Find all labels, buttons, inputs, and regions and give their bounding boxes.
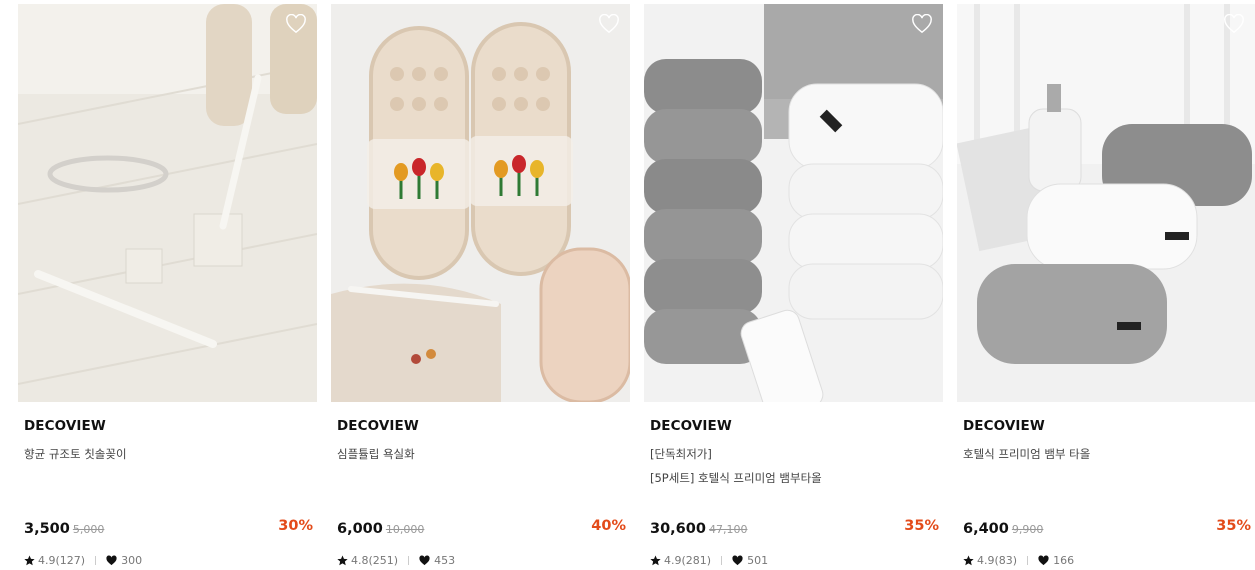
product-name-line: 호텔식 프리미엄 뱀부 타올: [963, 447, 1091, 461]
brand-name[interactable]: DECOVIEW: [963, 418, 1045, 434]
price-row: 6,400 9,900 35%: [963, 518, 1251, 538]
product-card[interactable]: DECOVIEW 심플튤립 욕실화 6,000 10,000 40% 4.8(25…: [331, 4, 630, 570]
divider: [95, 556, 97, 565]
discount-rate: 35%: [1216, 518, 1251, 534]
rating-text: 4.8(251): [351, 554, 399, 567]
wishlist-heart-icon[interactable]: [911, 14, 933, 34]
product-image[interactable]: [644, 4, 943, 402]
brand-name[interactable]: DECOVIEW: [650, 418, 732, 434]
sale-price: 3,500: [24, 521, 70, 537]
review-meta: 4.9(127) 300: [24, 554, 142, 567]
product-grid: DECOVIEW 향균 규조토 칫솔꽂이 3,500 5,000 30% 4.9(…: [0, 0, 1255, 570]
heart-count-icon: [732, 555, 743, 566]
review-meta: 4.8(251) 453: [337, 554, 455, 567]
original-price: 47,100: [708, 523, 748, 536]
product-name-line: 심플튤립 욕실화: [337, 447, 415, 461]
rating-text: 4.9(281): [664, 554, 712, 567]
star-icon: [963, 555, 974, 566]
star-icon: [650, 555, 661, 566]
product-image[interactable]: [957, 4, 1255, 402]
tulip-slippers-photo: [331, 4, 630, 402]
rating-text: 4.9(127): [38, 554, 86, 567]
discount-rate: 30%: [278, 518, 313, 534]
brand-name[interactable]: DECOVIEW: [24, 418, 106, 434]
original-price: 10,000: [385, 523, 425, 536]
sale-price: 30,600: [650, 521, 706, 537]
original-price: 9,900: [1011, 523, 1044, 536]
star-icon: [337, 555, 348, 566]
review-meta: 4.9(281) 501: [650, 554, 768, 567]
product-card[interactable]: DECOVIEW 호텔식 프리미엄 뱀부 타올 6,400 9,900 35% 4…: [957, 4, 1255, 570]
price-row: 3,500 5,000 30%: [24, 518, 313, 538]
sale-price: 6,000: [337, 521, 383, 537]
likes-count: 300: [121, 554, 143, 567]
heart-count-icon: [419, 555, 430, 566]
product-image[interactable]: [331, 4, 630, 402]
product-card[interactable]: DECOVIEW 향균 규조토 칫솔꽂이 3,500 5,000 30% 4.9(…: [18, 4, 317, 570]
rating-text: 4.9(83): [977, 554, 1018, 567]
toothbrush-holder-photo: [18, 4, 317, 402]
brand-name[interactable]: DECOVIEW: [337, 418, 419, 434]
likes-count: 166: [1053, 554, 1075, 567]
wishlist-heart-icon[interactable]: [598, 14, 620, 34]
product-image[interactable]: [18, 4, 317, 402]
wishlist-heart-icon[interactable]: [1223, 14, 1245, 34]
product-name-line: [단독최저가]: [650, 447, 712, 461]
product-name[interactable]: 호텔식 프리미엄 뱀부 타올: [963, 442, 1249, 466]
towel-stack-photo: [644, 4, 943, 402]
likes-count: 501: [747, 554, 769, 567]
product-name-line: [5P세트] 호텔식 프리미엄 뱀부타올: [650, 471, 822, 485]
product-name[interactable]: [단독최저가] [5P세트] 호텔식 프리미엄 뱀부타올: [650, 442, 937, 490]
wishlist-heart-icon[interactable]: [285, 14, 307, 34]
sale-price: 6,400: [963, 521, 1009, 537]
star-icon: [24, 555, 35, 566]
divider: [721, 556, 723, 565]
product-card[interactable]: DECOVIEW [단독최저가] [5P세트] 호텔식 프리미엄 뱀부타올 30…: [644, 4, 943, 570]
heart-count-icon: [1038, 555, 1049, 566]
divider: [1027, 556, 1029, 565]
product-name-line: 향균 규조토 칫솔꽂이: [24, 447, 127, 461]
price-row: 6,000 10,000 40%: [337, 518, 626, 538]
discount-rate: 40%: [591, 518, 626, 534]
review-meta: 4.9(83) 166: [963, 554, 1074, 567]
product-name[interactable]: 향균 규조토 칫솔꽂이: [24, 442, 311, 466]
discount-rate: 35%: [904, 518, 939, 534]
original-price: 5,000: [72, 523, 105, 536]
likes-count: 453: [434, 554, 456, 567]
heart-count-icon: [106, 555, 117, 566]
divider: [408, 556, 410, 565]
price-row: 30,600 47,100 35%: [650, 518, 939, 538]
product-name[interactable]: 심플튤립 욕실화: [337, 442, 624, 466]
rolled-towels-photo: [957, 4, 1255, 402]
